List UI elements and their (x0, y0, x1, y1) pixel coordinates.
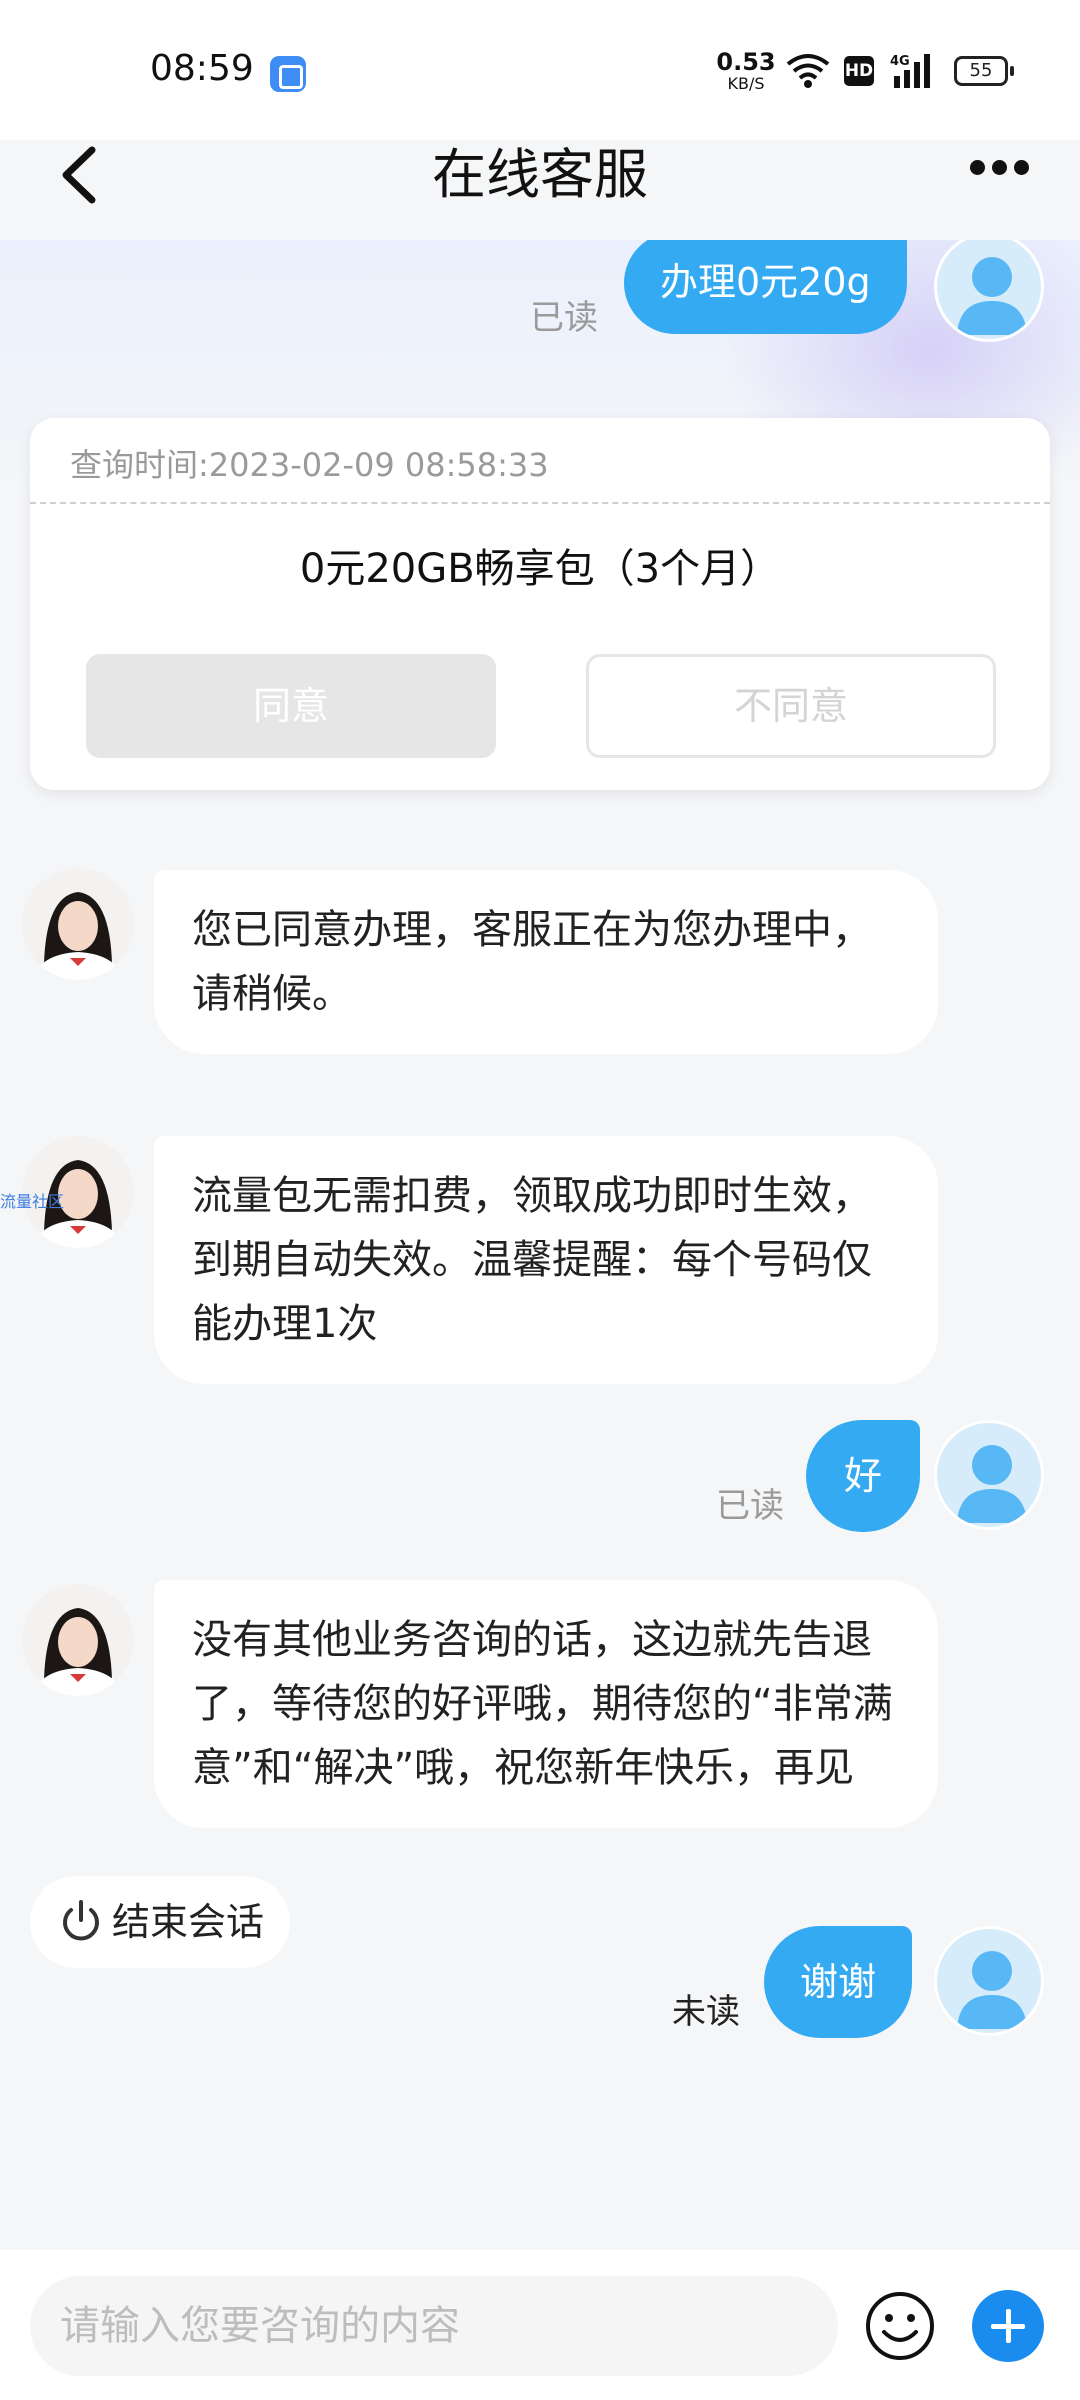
network-speed-value: 0.53 (716, 48, 776, 76)
agent-avatar-image (22, 1584, 134, 1696)
signal-icon: 4G (890, 54, 930, 88)
agree-button[interactable]: 同意 (86, 654, 496, 758)
status-time: 08:59 (150, 48, 254, 89)
read-status: 已读 (716, 1486, 784, 1526)
more-icon[interactable] (970, 160, 1040, 190)
status-bar: 08:59 0.53 KB/S HD 4G 55 (0, 0, 1080, 140)
hd-icon: HD (844, 56, 874, 86)
card-divider (30, 502, 1050, 504)
agent-message-bubble[interactable]: 流量包无需扣费，领取成功即时生效，到期自动失效。温馨提醒：每个号码仅能办理1次 (154, 1136, 938, 1384)
network-speed: 0.53 KB/S (716, 50, 776, 92)
agent-avatar-image (22, 868, 134, 980)
svg-text:4G: 4G (890, 54, 910, 69)
power-icon (63, 1900, 99, 1941)
user-avatar[interactable] (934, 1420, 1044, 1530)
unread-status: 未读 (672, 1992, 740, 2032)
network-speed-unit: KB/S (727, 74, 765, 93)
emoji-icon[interactable] (864, 2290, 936, 2362)
user-message-bubble[interactable]: 好 (806, 1420, 921, 1532)
agent-avatar[interactable] (22, 1584, 134, 1696)
package-name: 0元20GB畅享包（3个月） (299, 546, 781, 592)
watermark: 流量社区 (0, 1192, 65, 1211)
agent-avatar[interactable] (22, 868, 134, 980)
end-session-button[interactable]: 结束会话 (30, 1876, 290, 1968)
user-avatar-icon (957, 1445, 1027, 1523)
app-notification-icon (270, 56, 306, 92)
agent-message-bubble[interactable]: 没有其他业务咨询的话，这边就先告退了，等待您的好评哦，期待您的“非常满意”和“解… (154, 1580, 938, 1828)
user-avatar[interactable] (934, 1926, 1044, 2036)
input-bar (0, 2250, 1080, 2400)
user-avatar-icon (957, 1951, 1027, 2029)
package-confirm-card: 查询时间:2023-02-09 08:58:33 0元20GB畅享包（3个月） … (30, 418, 1050, 790)
disagree-button[interactable]: 不同意 (586, 654, 996, 758)
end-session-label: 结束会话 (112, 1900, 265, 1944)
read-status: 已读 (530, 298, 598, 338)
plus-icon[interactable] (972, 2290, 1044, 2362)
user-message-bubble[interactable]: 谢谢 (764, 1926, 913, 2038)
wifi-icon (786, 54, 830, 88)
query-time: 查询时间:2023-02-09 08:58:33 (70, 446, 549, 484)
agent-message-bubble[interactable]: 您已同意办理，客服正在为您办理中，请稍候。 (154, 870, 938, 1054)
user-message-bubble[interactable]: 办理0元20g (624, 240, 907, 334)
page-title: 在线客服 (432, 143, 648, 206)
battery-icon: 55 (954, 56, 1014, 86)
message-input[interactable] (30, 2276, 838, 2376)
